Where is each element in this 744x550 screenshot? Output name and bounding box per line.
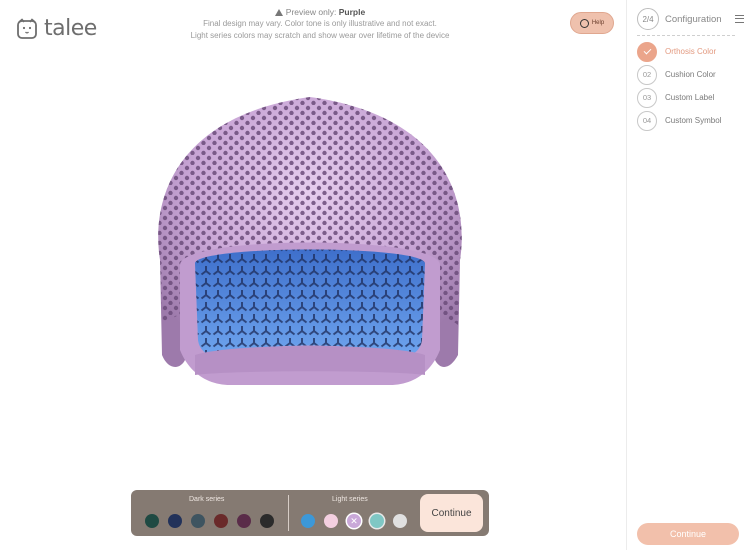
step-custom-symbol[interactable]: 04 Custom Symbol — [637, 109, 721, 132]
help-label: Help — [591, 20, 605, 26]
preview-prefix: Preview only: — [285, 7, 337, 17]
step-number: 04 — [637, 110, 657, 131]
help-button[interactable]: Help — [570, 12, 614, 34]
step-label: Orthosis Color — [665, 47, 717, 56]
step-done-badge — [637, 41, 657, 62]
swatch-dark-3[interactable] — [191, 514, 205, 528]
sidebar-header: 2/4 Configuration — [637, 8, 744, 30]
step-counter: 2/4 — [637, 8, 659, 30]
swatch-light-5[interactable] — [393, 514, 407, 528]
swatch-dark-4[interactable] — [214, 514, 228, 528]
step-orthosis-color[interactable]: Orthosis Color — [637, 40, 721, 63]
hamburger-menu-icon[interactable] — [735, 15, 744, 23]
app-root: talee Preview only: Purple Final design … — [0, 0, 744, 550]
swatch-dark-6[interactable] — [260, 514, 274, 528]
step-number: 03 — [637, 87, 657, 108]
continue-button[interactable]: Continue — [420, 494, 483, 532]
light-series-label: Light series — [332, 496, 368, 503]
color-picker-bar: Dark series Light series ✕ Continue — [131, 490, 489, 536]
helmet-preview[interactable] — [140, 85, 480, 405]
step-label: Cushion Color — [665, 70, 716, 79]
step-list: Orthosis Color 02 Cushion Color 03 Custo… — [637, 40, 721, 132]
selected-x-icon: ✕ — [350, 515, 358, 526]
series-divider — [288, 495, 289, 531]
sidebar-continue-button[interactable]: Continue — [637, 523, 739, 545]
sidebar-title: Configuration — [665, 13, 722, 25]
step-cushion-color[interactable]: 02 Cushion Color — [637, 63, 721, 86]
sidebar-divider — [637, 35, 735, 36]
step-number: 02 — [637, 64, 657, 85]
swatch-dark-1[interactable] — [145, 514, 159, 528]
preview-line: Preview only: Purple — [180, 6, 460, 18]
brand-name: talee — [44, 16, 97, 41]
preview-color: Purple — [338, 7, 366, 17]
swatch-dark-2[interactable] — [168, 514, 182, 528]
step-custom-label[interactable]: 03 Custom Label — [637, 86, 721, 109]
dark-series-label: Dark series — [189, 496, 225, 503]
swatch-dark-5[interactable] — [237, 514, 251, 528]
chat-bubble-icon — [579, 18, 589, 28]
brand-logo[interactable]: talee — [16, 16, 97, 41]
bear-logo-icon — [17, 17, 37, 39]
configuration-sidebar: 2/4 Configuration Orthosis Color 02 Cush… — [626, 0, 744, 550]
step-label: Custom Symbol — [665, 116, 722, 125]
swatch-light-2[interactable] — [324, 514, 338, 528]
swatch-light-4[interactable] — [370, 514, 384, 528]
swatch-light-1[interactable] — [301, 514, 315, 528]
preview-notice: Preview only: Purple Final design may va… — [180, 6, 460, 42]
checkmark-icon — [643, 46, 651, 54]
warning-icon — [274, 9, 283, 16]
preview-disclaimer: Final design may vary. Color tone is onl… — [203, 19, 437, 28]
step-label: Custom Label — [665, 93, 715, 102]
preview-wear-warning: Light series colors may scratch and show… — [190, 31, 450, 40]
swatch-light-purple[interactable]: ✕ — [347, 514, 361, 528]
